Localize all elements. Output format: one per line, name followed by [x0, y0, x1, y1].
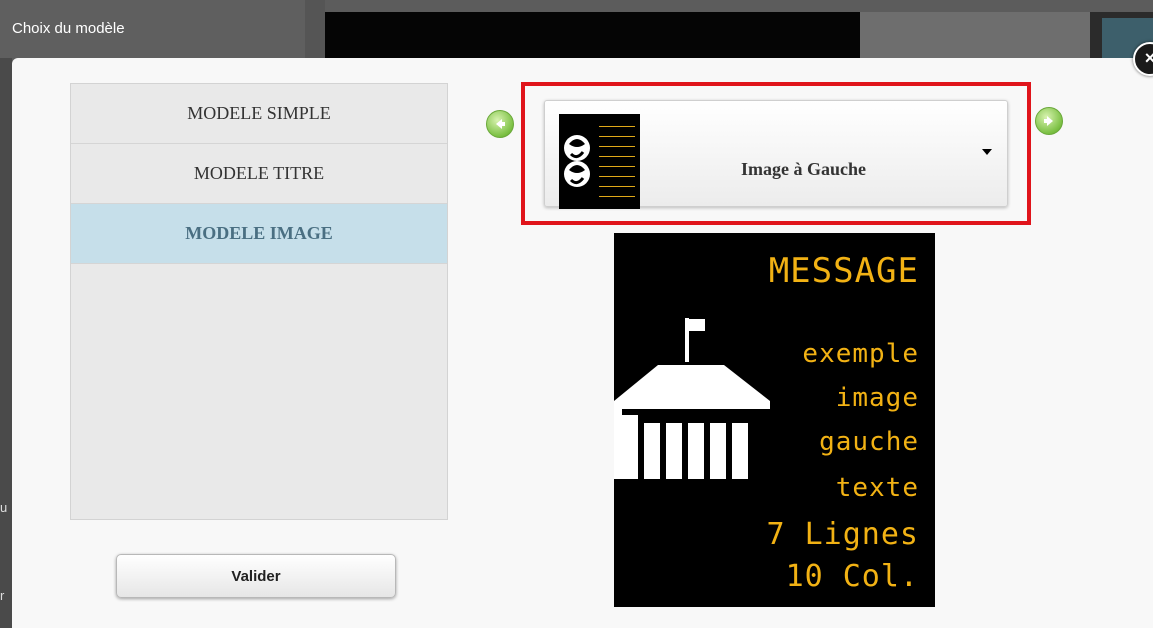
preview-line: gauche — [819, 427, 919, 457]
background-left-edge — [0, 58, 12, 628]
layout-thumbnail-icon — [564, 126, 635, 197]
preview-line: 10 Col. — [785, 559, 919, 594]
arrow-left-icon — [496, 119, 505, 129]
previous-arrow-button[interactable] — [486, 110, 514, 138]
message-preview: MESSAGE exemple image gauche texte 7 Lig… — [614, 233, 935, 607]
preview-line: 7 Lignes — [766, 517, 919, 552]
layout-thumbnail — [559, 114, 640, 209]
background-panel — [305, 0, 325, 58]
model-item-label: MODELE IMAGE — [185, 223, 333, 243]
validate-button[interactable]: Valider — [116, 554, 396, 598]
model-item-image[interactable]: MODELE IMAGE — [71, 204, 447, 264]
model-item-label: MODELE TITRE — [193, 163, 325, 183]
background-panel-gray — [860, 12, 1090, 58]
model-item-titre[interactable]: MODELE TITRE — [71, 144, 447, 204]
model-list: MODELE SIMPLE MODELE TITRE MODELE IMAGE — [70, 83, 448, 520]
background-window-title: Choix du modèle — [0, 0, 305, 58]
background-title-text: Choix du modèle — [12, 20, 125, 37]
preview-title: MESSAGE — [768, 251, 919, 291]
preview-line: exemple — [802, 339, 919, 369]
background-edge-char: r — [0, 588, 5, 603]
background-panel-dark — [325, 12, 860, 58]
layout-dropdown-value: Image à Gauche — [741, 159, 866, 179]
model-item-simple[interactable]: MODELE SIMPLE — [71, 84, 447, 144]
layout-dropdown[interactable]: Image à Gauche — [544, 100, 1008, 209]
chevron-down-icon — [982, 149, 992, 155]
next-arrow-button[interactable] — [1035, 107, 1063, 135]
preview-line: texte — [835, 473, 919, 503]
model-item-label: MODELE SIMPLE — [187, 103, 331, 123]
background-edge-char: u — [0, 500, 8, 515]
preview-line: image — [835, 383, 919, 413]
arrow-right-icon — [1044, 116, 1053, 126]
